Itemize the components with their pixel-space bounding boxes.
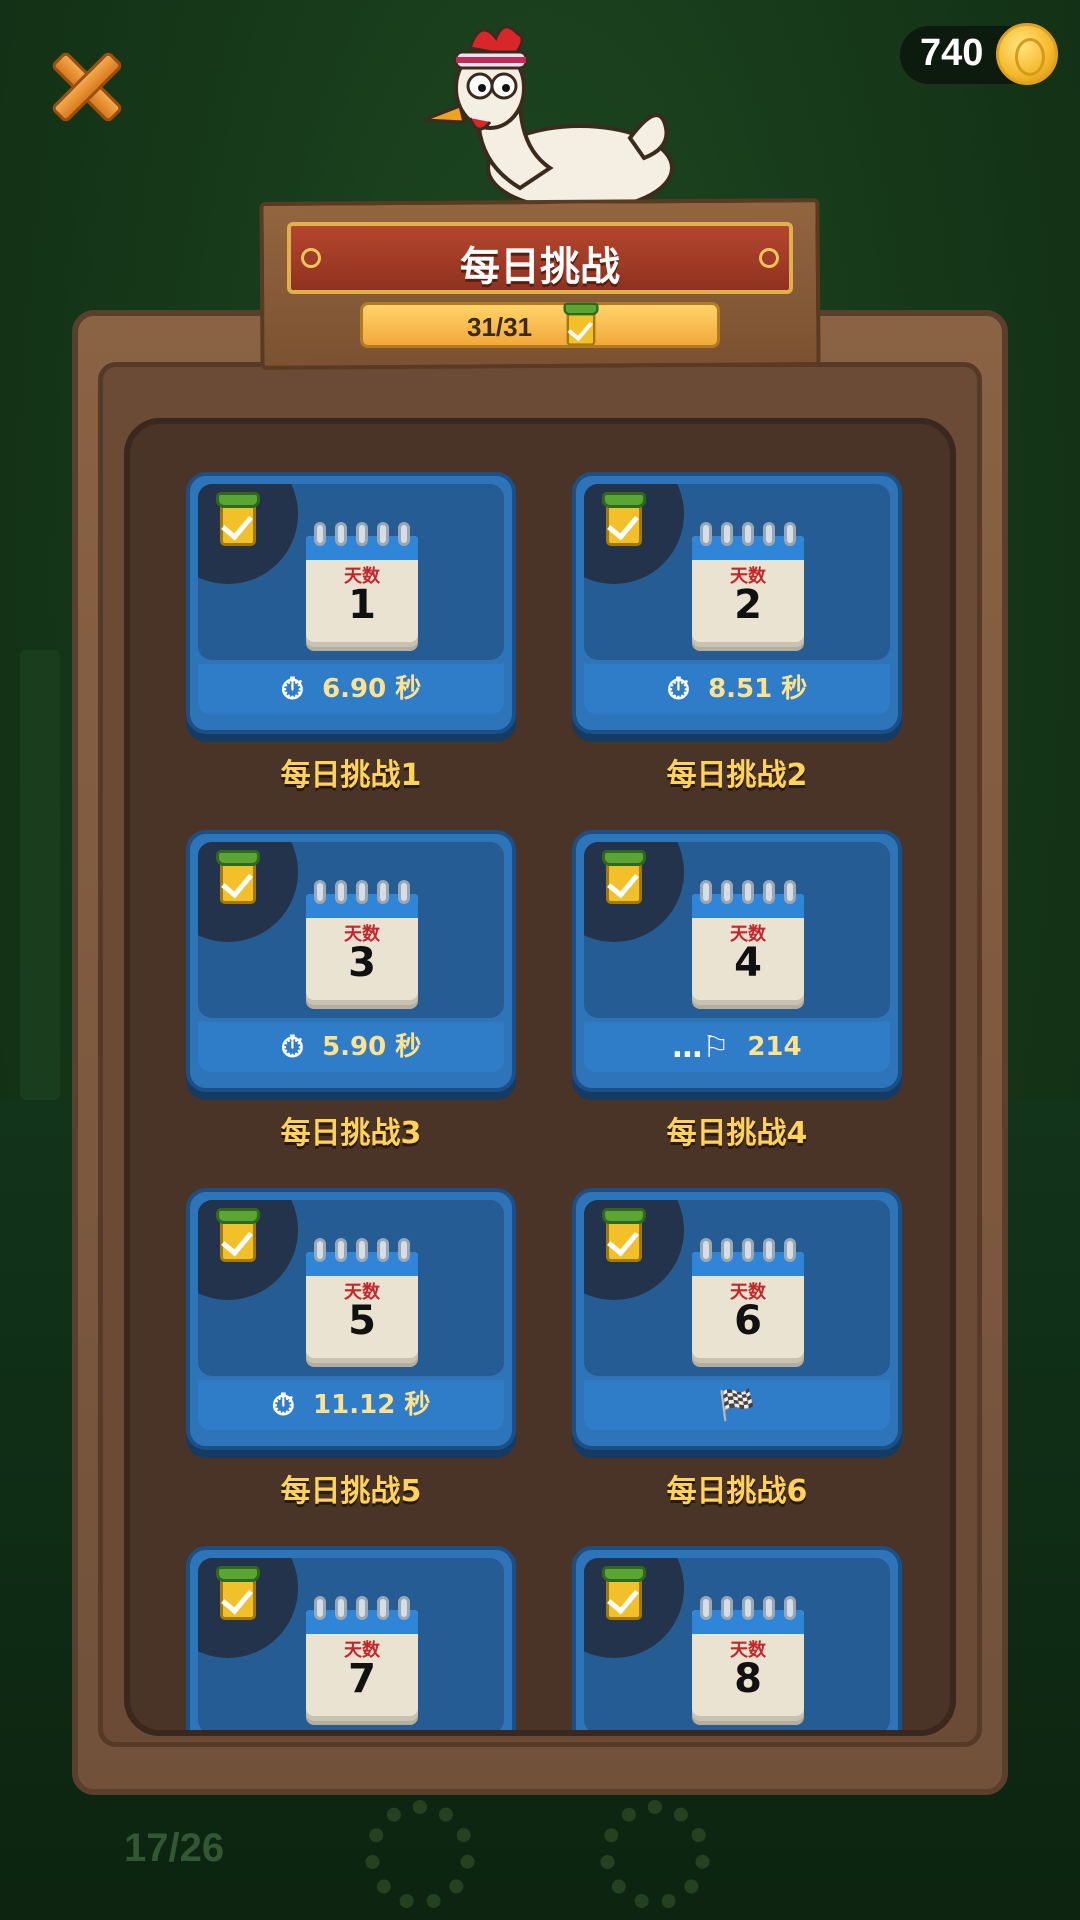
challenge-stat: ⏱ 6.90 秒 <box>198 664 504 714</box>
clipboard-check-icon <box>216 492 260 548</box>
background-gear-icon <box>365 1800 475 1910</box>
clipboard-check-icon <box>602 1566 646 1622</box>
challenge-card-label: 每日挑战2 <box>666 758 808 793</box>
calendar-day-number: 5 <box>348 1298 376 1344</box>
background-fence <box>20 650 60 1100</box>
calendar-icon: 天数 4 <box>690 880 806 1004</box>
ornament-icon <box>759 248 779 268</box>
clipboard-check-icon <box>602 1208 646 1264</box>
challenge-card-6[interactable]: 天数 6 🏁 <box>572 1188 902 1450</box>
clipboard-check-icon <box>602 850 646 906</box>
challenge-stat: 🏁 <box>584 1380 890 1430</box>
coin-counter: 740 <box>900 23 1058 85</box>
challenge-stat-value: 5.90 秒 <box>322 1032 422 1062</box>
calendar-day-number: 4 <box>734 940 762 986</box>
challenge-card-2[interactable]: 天数 2 ⏱ 8.51 秒 <box>572 472 902 734</box>
challenge-card-8[interactable]: 天数 8 <box>572 1546 902 1730</box>
calendar-icon: 天数 2 <box>690 522 806 646</box>
challenge-list[interactable]: 天数 1 ⏱ 6.90 秒 每日挑战1 天数 2 ⏱ 8.51 秒 每日挑战2 <box>124 418 956 1736</box>
calendar-day-number: 7 <box>348 1656 376 1702</box>
stopwatch-icon: ⏱ <box>280 671 305 707</box>
challenge-progress-bar: 31/31 <box>360 302 720 348</box>
challenge-stat-value: 6.90 秒 <box>322 674 422 704</box>
challenge-stat-value: 8.51 秒 <box>708 674 808 704</box>
calendar-icon: 天数 1 <box>304 522 420 646</box>
challenge-stat-value: 214 <box>747 1032 802 1062</box>
challenge-card-5[interactable]: 天数 5 ⏱ 11.12 秒 <box>186 1188 516 1450</box>
close-button[interactable] <box>38 38 134 134</box>
challenge-card-label: 每日挑战3 <box>280 1116 422 1151</box>
challenge-card-7[interactable]: 天数 7 <box>186 1546 516 1730</box>
clipboard-check-icon <box>602 492 646 548</box>
challenge-card-label: 每日挑战4 <box>666 1116 808 1151</box>
page-title: 每日挑战 <box>460 244 620 290</box>
calendar-icon: 天数 5 <box>304 1238 420 1362</box>
calendar-icon: 天数 8 <box>690 1596 806 1720</box>
challenge-card-label: 每日挑战5 <box>280 1474 422 1509</box>
calendar-day-number: 3 <box>348 940 376 986</box>
clipboard-check-icon <box>216 1208 260 1264</box>
challenge-card-label: 每日挑战1 <box>280 758 422 793</box>
clipboard-check-icon <box>216 850 260 906</box>
coin-icon <box>996 23 1058 85</box>
challenge-card-3[interactable]: 天数 3 ⏱ 5.90 秒 <box>186 830 516 1092</box>
title-ribbon: 每日挑战 <box>287 222 793 294</box>
chicken-mascot <box>423 25 674 208</box>
stopwatch-icon: ⏱ <box>271 1387 296 1423</box>
calendar-icon: 天数 6 <box>690 1238 806 1362</box>
background-level-progress: 17/26 <box>124 1826 225 1870</box>
checkered-flag-icon: 🏁 <box>718 1387 756 1423</box>
calendar-day-number: 6 <box>734 1298 762 1344</box>
challenge-stat: ⏱ 8.51 秒 <box>584 664 890 714</box>
distance-flag-icon: …⚐ <box>672 1029 730 1065</box>
coin-count: 740 <box>920 32 984 74</box>
background-gear-icon <box>600 1800 710 1910</box>
challenge-progress-text: 31/31 <box>467 312 533 342</box>
challenge-stat: …⚐ 214 <box>584 1022 890 1072</box>
challenge-stat: ⏱ 11.12 秒 <box>198 1380 504 1430</box>
stopwatch-icon: ⏱ <box>280 1029 305 1065</box>
calendar-day-number: 2 <box>734 582 762 628</box>
clipboard-check-icon <box>563 302 599 348</box>
clipboard-check-icon <box>216 1566 260 1622</box>
calendar-day-number: 1 <box>348 582 376 628</box>
challenge-card-label: 每日挑战6 <box>666 1474 808 1509</box>
calendar-icon: 天数 3 <box>304 880 420 1004</box>
challenge-stat-value: 11.12 秒 <box>313 1390 431 1420</box>
calendar-day-number: 8 <box>734 1656 762 1702</box>
challenge-card-4[interactable]: 天数 4 …⚐ 214 <box>572 830 902 1092</box>
challenge-stat: ⏱ 5.90 秒 <box>198 1022 504 1072</box>
calendar-icon: 天数 7 <box>304 1596 420 1720</box>
stopwatch-icon: ⏱ <box>666 671 691 707</box>
challenge-card-1[interactable]: 天数 1 ⏱ 6.90 秒 <box>186 472 516 734</box>
